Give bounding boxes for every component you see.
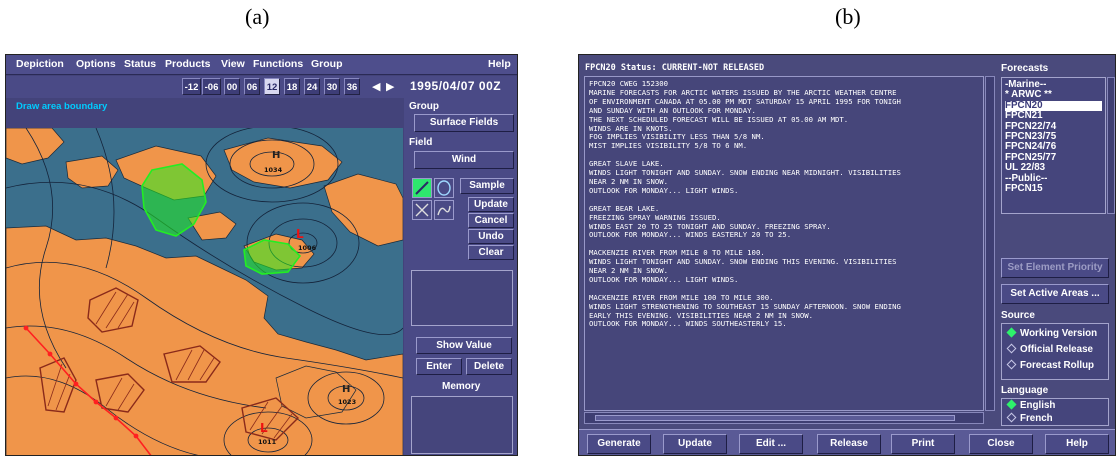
- field-label: Field: [409, 137, 433, 148]
- forecasts-scrollbar[interactable]: [1107, 77, 1115, 214]
- text-line: OUTLOOK FOR MONDAY... LIGHT WINDS.: [589, 274, 739, 284]
- scroll-thumb[interactable]: [595, 415, 955, 421]
- status-message: Draw area boundary: [16, 101, 108, 112]
- cancel-button[interactable]: Cancel: [468, 213, 514, 228]
- show-value-button[interactable]: Show Value: [416, 337, 512, 354]
- action-bar: Generate Update Edit ... Release Print C…: [579, 429, 1115, 455]
- field-select[interactable]: Wind: [414, 151, 514, 169]
- pressure-label-1: 1034: [264, 166, 283, 174]
- forecast-editor-window: FPCN20 Status: CURRENT-NOT RELEASED FPCN…: [578, 54, 1116, 456]
- value-display: [411, 270, 513, 326]
- map-editor-window: Depiction Options Status Products View F…: [5, 54, 518, 456]
- menu-help[interactable]: Help: [488, 58, 511, 70]
- memory-label: Memory: [442, 381, 481, 392]
- sample-button[interactable]: Sample: [460, 178, 514, 194]
- caption-a: (a): [245, 4, 270, 29]
- radio-icon: [1006, 343, 1017, 354]
- freehand-tool-icon[interactable]: [434, 200, 454, 220]
- pressure-center-l-icon: L: [296, 227, 304, 241]
- text-line: OUTLOOK FOR MONDAY... WINDS SOUTHEASTERL…: [589, 319, 787, 329]
- forecasts-label: Forecasts: [1001, 63, 1049, 74]
- help-button[interactable]: Help: [1045, 434, 1109, 454]
- group-select[interactable]: Surface Fields: [414, 114, 514, 132]
- group-label: Group: [409, 101, 439, 112]
- list-item[interactable]: FPCN15: [1005, 183, 1102, 194]
- time-selector: -12 -06 00 06 12 18 24 30 36 ◀ ▶ 1995/04…: [6, 76, 517, 98]
- text-line: MIST IMPLIES VISIBILITY 5/8 TO 6 NM.: [589, 141, 748, 151]
- menu-group[interactable]: Group: [311, 58, 343, 70]
- set-element-priority-button[interactable]: Set Element Priority ...: [1001, 258, 1109, 291]
- source-label: Source: [1001, 310, 1035, 321]
- menu-view[interactable]: View: [221, 58, 245, 70]
- pressure-label-4: 1011: [258, 438, 277, 446]
- menu-status[interactable]: Status: [124, 58, 156, 70]
- time-forward-arrow-icon[interactable]: ▶: [386, 80, 394, 93]
- valid-date: 1995/04/07 00Z: [410, 79, 502, 93]
- pressure-center-l2-icon: L: [260, 421, 268, 435]
- close-button[interactable]: Close: [969, 434, 1033, 454]
- undo-button[interactable]: Undo: [468, 229, 514, 244]
- text-line: OUTLOOK FOR MONDAY... WINDS EASTERLY 20 …: [589, 230, 792, 240]
- time-button-00[interactable]: 00: [224, 78, 240, 95]
- pressure-label-2: 1006: [298, 244, 317, 252]
- time-button-minus12[interactable]: -12: [182, 78, 201, 95]
- enter-button[interactable]: Enter: [416, 358, 462, 375]
- source-working-version-radio[interactable]: Working Version: [1006, 327, 1097, 339]
- time-button-minus06[interactable]: -06: [202, 78, 221, 95]
- draw-line-tool-icon[interactable]: [412, 178, 432, 198]
- menu-products[interactable]: Products: [165, 58, 211, 70]
- generate-button[interactable]: Generate: [587, 434, 651, 454]
- source-forecast-rollup-radio[interactable]: Forecast Rollup: [1006, 359, 1094, 371]
- language-english-radio[interactable]: English: [1006, 399, 1055, 411]
- menu-bar: Depiction Options Status Products View F…: [6, 55, 517, 75]
- time-back-arrow-icon[interactable]: ◀: [372, 80, 380, 93]
- radio-icon: [1006, 412, 1017, 423]
- scissors-tool-icon[interactable]: [412, 200, 432, 220]
- time-button-24[interactable]: 24: [304, 78, 320, 95]
- delete-button[interactable]: Delete: [466, 358, 512, 375]
- draw-ellipse-tool-icon[interactable]: [434, 178, 454, 198]
- memory-box: [411, 396, 513, 454]
- source-official-release-radio[interactable]: Official Release: [1006, 343, 1093, 355]
- pressure-label-3: 1023: [338, 398, 356, 406]
- release-button[interactable]: Release: [817, 434, 881, 454]
- time-button-12[interactable]: 12: [264, 78, 280, 95]
- radio-selected-icon: [1006, 399, 1017, 410]
- caption-b: (b): [835, 4, 861, 29]
- menu-functions[interactable]: Functions: [253, 58, 303, 70]
- edit-button[interactable]: Edit ...: [739, 434, 803, 454]
- time-button-30[interactable]: 30: [324, 78, 340, 95]
- update-button[interactable]: Update: [663, 434, 727, 454]
- forecast-text-area[interactable]: FPCN20 CWEG 152300 MARINE FORECASTS FOR …: [584, 76, 984, 411]
- text-line: OUTLOOK FOR MONDAY... LIGHT WINDS.: [589, 185, 739, 195]
- menu-options[interactable]: Options: [76, 58, 116, 70]
- weather-map[interactable]: H L H L 1034 1006 1023 1011: [6, 128, 403, 456]
- time-button-18[interactable]: 18: [284, 78, 300, 95]
- pressure-center-h-icon: H: [272, 150, 280, 161]
- source-radio-group: Working Version Official Release Forecas…: [1001, 323, 1109, 380]
- product-status-title: FPCN20 Status: CURRENT-NOT RELEASED: [585, 63, 765, 73]
- forecasts-list[interactable]: -Marine-- * ARWC ** FPCN20 FPCN21 FPCN22…: [1001, 77, 1106, 214]
- set-active-areas-button[interactable]: Set Active Areas ...: [1001, 284, 1109, 304]
- language-french-radio[interactable]: French: [1006, 412, 1053, 424]
- update-button[interactable]: Update: [468, 197, 514, 212]
- language-label: Language: [1001, 385, 1049, 396]
- radio-selected-icon: [1006, 327, 1017, 338]
- text-horizontal-scrollbar[interactable]: [584, 412, 984, 424]
- clear-button[interactable]: Clear: [468, 245, 514, 260]
- text-vertical-scrollbar[interactable]: [985, 76, 995, 411]
- time-button-06[interactable]: 06: [244, 78, 260, 95]
- pressure-center-h2-icon: H: [342, 384, 350, 395]
- tool-sidebar: Group Surface Fields Field Wind Sample U…: [404, 98, 517, 455]
- time-button-36[interactable]: 36: [344, 78, 360, 95]
- language-radio-group: English French: [1001, 398, 1109, 426]
- radio-icon: [1006, 359, 1017, 370]
- print-button[interactable]: Print: [891, 434, 955, 454]
- menu-depiction[interactable]: Depiction: [16, 58, 64, 70]
